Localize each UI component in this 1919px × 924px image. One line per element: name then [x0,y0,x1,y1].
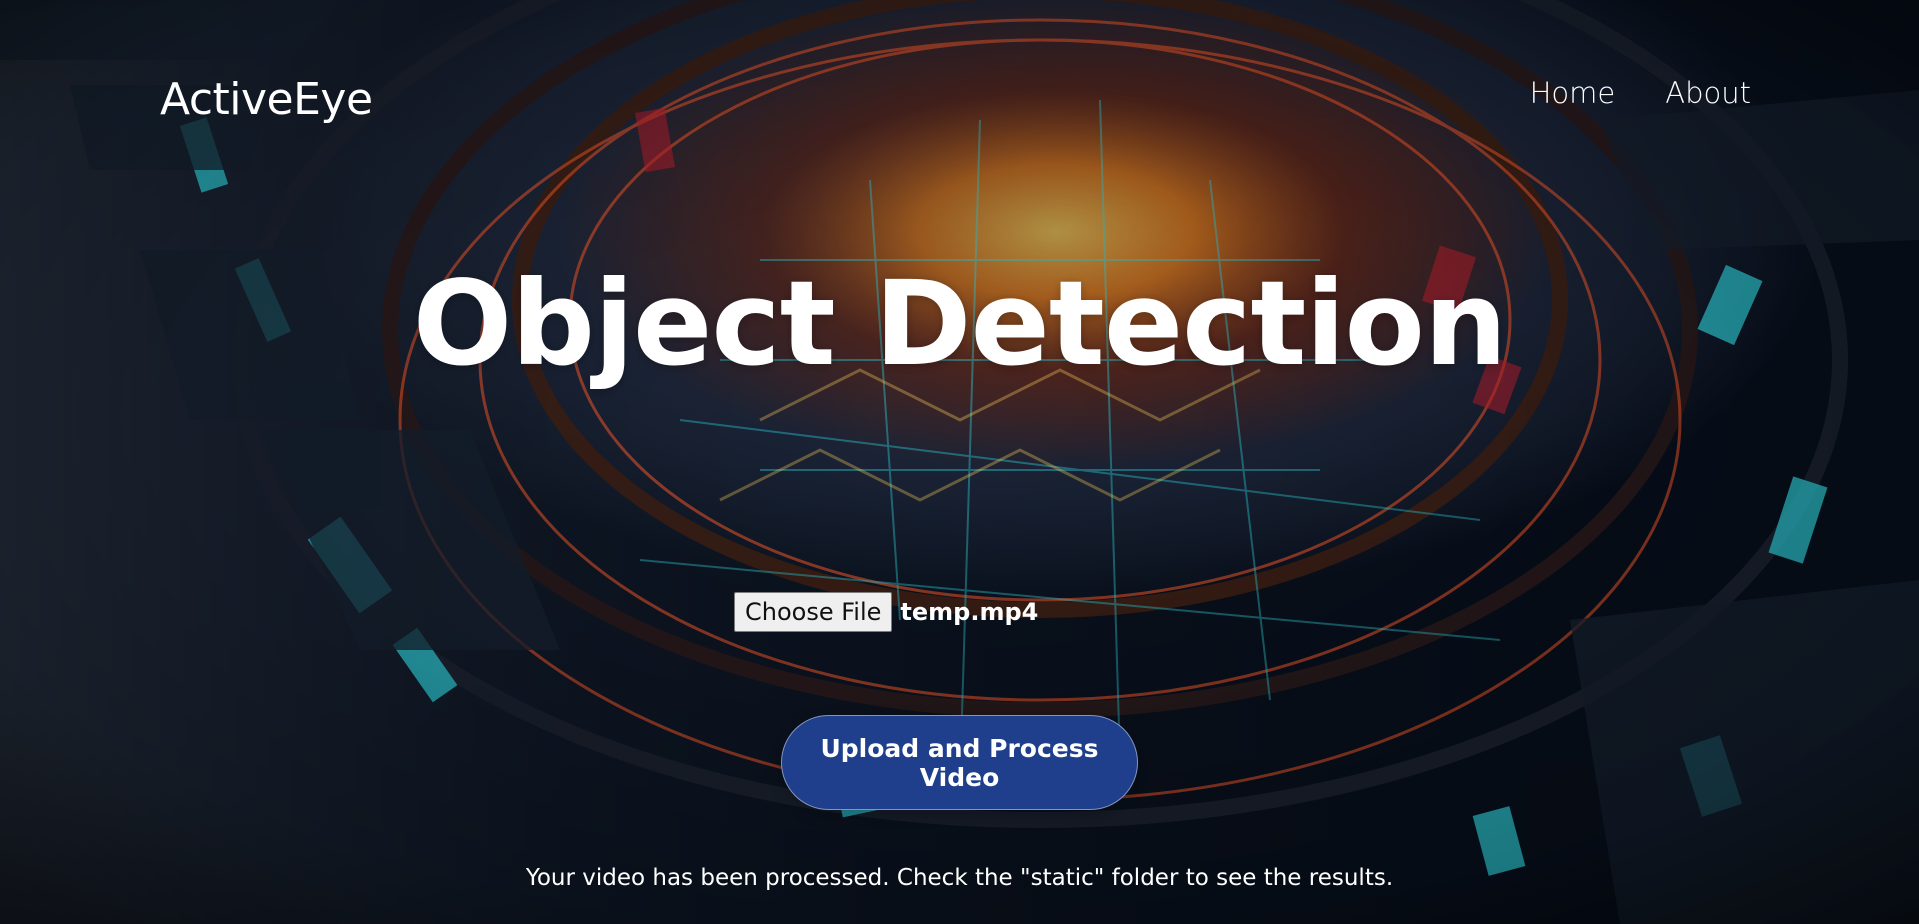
page-title: Object Detection [412,255,1508,392]
nav-home-link[interactable]: Home [1530,76,1616,110]
page-root: ActiveEye Home About Object Detection Ch… [0,0,1919,924]
top-nav: Home About [1530,76,1751,110]
file-picker: Choose File temp.mp4 [734,592,1038,632]
nav-about-link[interactable]: About [1665,76,1751,110]
brand-logo[interactable]: ActiveEye [160,74,373,125]
status-message: Your video has been processed. Check the… [525,865,1394,891]
selected-file-name: temp.mp4 [900,598,1039,626]
choose-file-button[interactable]: Choose File [734,592,893,632]
upload-process-button[interactable]: Upload and Process Video [781,715,1138,810]
